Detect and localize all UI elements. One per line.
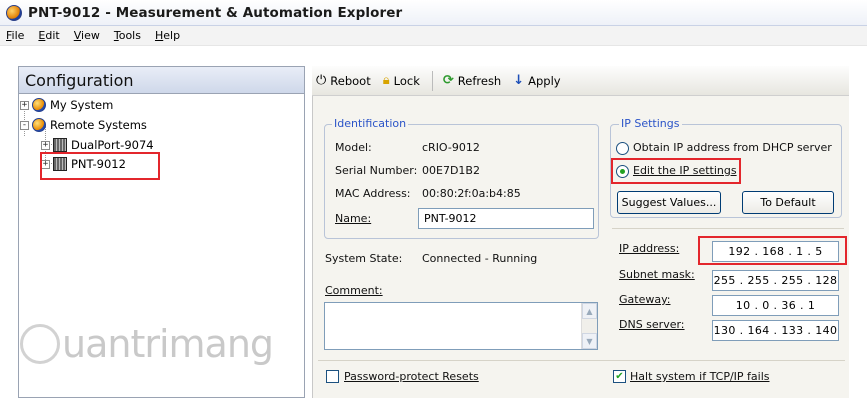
tree-item-label: My System xyxy=(50,98,114,112)
expand-icon[interactable]: + xyxy=(20,100,29,110)
refresh-label: Refresh xyxy=(457,73,502,88)
tree-item-remote-systems[interactable]: - Remote Systems xyxy=(20,116,147,134)
menu-tools[interactable]: Tools xyxy=(114,29,141,42)
menu-file[interactable]: File xyxy=(6,29,24,42)
model-label: Model: xyxy=(335,141,372,154)
gateway-input[interactable]: 10 . 0 . 36 . 1 xyxy=(712,295,839,316)
highlight-tree-item xyxy=(40,152,160,180)
lock-icon: 🔒︎ xyxy=(382,73,390,88)
apply-label: Apply xyxy=(528,73,561,88)
ip-address-label: IP address: xyxy=(619,242,680,255)
scroll-up-icon[interactable]: ▲ xyxy=(582,303,597,319)
name-label: Name: xyxy=(335,212,372,225)
model-value: cRIO-9012 xyxy=(422,141,480,154)
tree-item-label: DualPort-9074 xyxy=(71,138,154,152)
menu-help[interactable]: Help xyxy=(155,29,180,42)
reboot-button[interactable]: ⏻ Reboot xyxy=(316,73,371,88)
toolbar-separator xyxy=(431,70,433,91)
halt-system-label: Halt system if TCP/IP fails xyxy=(630,370,770,383)
serial-number-label: Serial Number: xyxy=(335,164,418,177)
reboot-label: Reboot xyxy=(330,73,371,88)
halt-system-checkbox[interactable]: ✔ xyxy=(613,370,626,383)
bottom-separator xyxy=(318,360,845,361)
refresh-icon: ⟳ xyxy=(442,73,454,88)
mac-address-value: 00:80:2f:0a:b4:85 xyxy=(422,187,521,200)
menu-view[interactable]: View xyxy=(74,29,100,42)
dns-server-input[interactable]: 130 . 164 . 133 . 140 xyxy=(712,320,839,341)
system-state-value: Connected - Running xyxy=(422,252,538,265)
highlight-edit-ip xyxy=(611,158,741,184)
system-icon xyxy=(32,118,46,132)
expand-icon[interactable]: + xyxy=(41,140,50,150)
tree-item-my-system[interactable]: + My System xyxy=(20,96,113,114)
configuration-header: Configuration xyxy=(18,66,305,94)
app-icon xyxy=(6,4,22,21)
watermark-text: uantrimang xyxy=(62,322,274,366)
dhcp-radio[interactable] xyxy=(616,142,629,155)
apply-button[interactable]: ↓ Apply xyxy=(513,73,560,88)
title-bar: PNT-9012 - Measurement & Automation Expl… xyxy=(0,0,867,26)
ip-separator xyxy=(612,228,844,229)
gateway-label: Gateway: xyxy=(619,293,671,306)
tree-item-label: Remote Systems xyxy=(50,118,147,132)
menu-edit[interactable]: Edit xyxy=(38,29,59,42)
password-protect-label: Password-protect Resets xyxy=(344,370,479,383)
to-default-button[interactable]: To Default xyxy=(742,191,834,214)
device-icon xyxy=(53,138,67,152)
dns-server-label: DNS server: xyxy=(619,318,685,331)
lock-label: Lock xyxy=(393,73,420,88)
watermark: uantrimang xyxy=(20,322,274,366)
name-input[interactable]: PNT-9012 xyxy=(418,208,594,229)
toolbar: ⏻ Reboot 🔒︎ Lock ⟳ Refresh ↓ Apply xyxy=(312,66,849,96)
comment-label: Comment: xyxy=(325,284,383,297)
mac-address-label: MAC Address: xyxy=(335,187,411,200)
scroll-down-icon[interactable]: ▼ xyxy=(582,333,597,349)
comment-textarea[interactable]: ▲ ▼ xyxy=(324,302,598,350)
arrow-down-icon: ↓ xyxy=(513,73,525,88)
dhcp-option-label: Obtain IP address from DHCP server xyxy=(633,141,832,154)
comment-scrollbar[interactable]: ▲ ▼ xyxy=(581,303,597,349)
highlight-ip-address xyxy=(698,236,847,265)
power-icon: ⏻ xyxy=(316,73,327,88)
subnet-mask-input[interactable]: 255 . 255 . 255 . 128 xyxy=(712,270,839,291)
serial-number-value: 00E7D1B2 xyxy=(422,164,480,177)
window-title: PNT-9012 - Measurement & Automation Expl… xyxy=(28,4,403,21)
refresh-button[interactable]: ⟳ Refresh xyxy=(443,73,501,88)
subnet-mask-label: Subnet mask: xyxy=(619,268,695,281)
system-state-label: System State: xyxy=(325,252,403,265)
menu-bar: File Edit View Tools Help xyxy=(0,26,867,46)
password-protect-checkbox[interactable] xyxy=(326,370,339,383)
suggest-values-button[interactable]: Suggest Values... xyxy=(617,191,721,214)
collapse-icon[interactable]: - xyxy=(20,120,29,130)
system-icon xyxy=(32,98,46,112)
identification-group-label: Identification xyxy=(332,117,409,130)
ip-settings-group-label: IP Settings xyxy=(619,117,682,130)
watermark-logo-icon xyxy=(20,324,60,364)
lock-button[interactable]: 🔒︎ Lock xyxy=(383,73,420,88)
